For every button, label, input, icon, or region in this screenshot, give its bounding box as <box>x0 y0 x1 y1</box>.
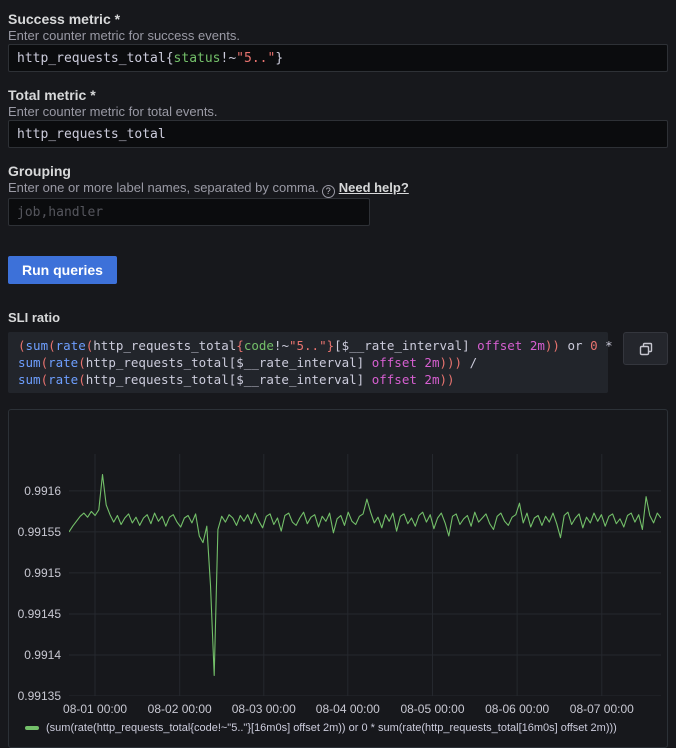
success-metric-description: Enter counter metric for success events. <box>8 28 668 44</box>
question-circle-icon[interactable]: ? <box>322 185 335 198</box>
copy-button[interactable] <box>623 332 668 365</box>
timeseries-plot[interactable] <box>69 454 661 696</box>
y-tick-label: 0.99135 <box>9 689 61 703</box>
success-metric-input[interactable]: http_requests_total{status!~"5.."} <box>8 44 668 72</box>
y-tick-label: 0.9914 <box>9 648 61 662</box>
y-tick-label: 0.99145 <box>9 607 61 621</box>
y-tick-label: 0.99155 <box>9 525 61 539</box>
grouping-input[interactable] <box>8 198 370 226</box>
grouping-description: Enter one or more label names, separated… <box>8 180 668 198</box>
grouping-label: Grouping <box>8 162 668 180</box>
x-tick-label: 08-06 00:00 <box>475 702 559 716</box>
total-metric-label: Total metric * <box>8 86 668 104</box>
x-tick-label: 08-02 00:00 <box>138 702 222 716</box>
success-metric-field: Success metric * Enter counter metric fo… <box>8 10 668 72</box>
y-tick-label: 0.9915 <box>9 566 61 580</box>
grouping-field: Grouping Enter one or more label names, … <box>8 162 668 226</box>
y-tick-label: 0.9916 <box>9 484 61 498</box>
copy-icon <box>638 341 654 357</box>
total-metric-input[interactable] <box>8 120 668 148</box>
sli-ratio-label: SLI ratio <box>8 310 668 326</box>
need-help-link[interactable]: Need help? <box>339 180 409 195</box>
success-metric-label: Success metric * <box>8 10 668 28</box>
legend-series-marker <box>25 726 39 730</box>
x-tick-label: 08-03 00:00 <box>222 702 306 716</box>
grouping-description-text: Enter one or more label names, separated… <box>8 180 319 195</box>
run-queries-button[interactable]: Run queries <box>8 256 117 284</box>
x-tick-label: 08-05 00:00 <box>390 702 474 716</box>
x-tick-label: 08-01 00:00 <box>53 702 137 716</box>
x-tick-label: 08-07 00:00 <box>560 702 644 716</box>
legend-series-label: (sum(rate(http_requests_total{code!~"5..… <box>46 722 617 734</box>
total-metric-description: Enter counter metric for total events. <box>8 104 668 120</box>
query-form-page: Success metric * Enter counter metric fo… <box>0 0 676 748</box>
x-tick-label: 08-04 00:00 <box>306 702 390 716</box>
chart-panel: 0.99160.991550.99150.991450.99140.99135 … <box>8 409 668 748</box>
sli-ratio-query: (sum(rate(http_requests_total{code!~"5..… <box>8 332 608 393</box>
sli-ratio-block: (sum(rate(http_requests_total{code!~"5..… <box>8 332 668 393</box>
legend-item[interactable]: (sum(rate(http_requests_total{code!~"5..… <box>25 722 617 734</box>
total-metric-field: Total metric * Enter counter metric for … <box>8 86 668 148</box>
